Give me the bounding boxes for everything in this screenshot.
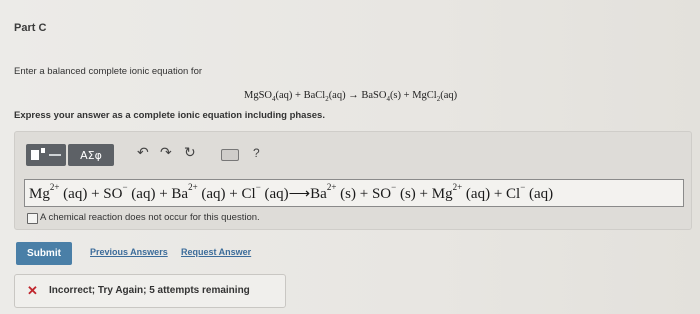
- keyboard-icon[interactable]: [221, 149, 239, 161]
- undo-icon[interactable]: ↶: [137, 145, 149, 161]
- instruction-text: Enter a balanced complete ionic equation…: [14, 66, 203, 77]
- no-reaction-label: A chemical reaction does not occur for t…: [40, 212, 260, 223]
- feedback-box: ✕ Incorrect; Try Again; 5 attempts remai…: [14, 274, 286, 308]
- template-box-icon: [31, 150, 39, 160]
- request-answer-link[interactable]: Request Answer: [181, 247, 251, 257]
- feedback-text: Incorrect; Try Again; 5 attempts remaini…: [49, 285, 250, 296]
- equation-input[interactable]: Mg2+ (aq) + SO− (aq) + Ba2+ (aq) + Cl− (…: [24, 179, 684, 207]
- redo-icon[interactable]: ↷: [160, 145, 172, 161]
- reaction-equation: MgSO4(aq) + BaCl2(aq) → BaSO4(s) + MgCl2…: [244, 90, 458, 104]
- submit-button[interactable]: Submit: [16, 242, 72, 265]
- equation-text: Mg2+ (aq) + SO− (aq) + Ba2+ (aq) + Cl− (…: [29, 182, 554, 202]
- previous-answers-link[interactable]: Previous Answers: [90, 247, 168, 257]
- template-button[interactable]: [26, 144, 66, 166]
- template-superscript-icon: [41, 148, 45, 153]
- greek-symbols-button[interactable]: ΑΣφ: [68, 144, 114, 166]
- help-button[interactable]: ?: [253, 146, 260, 160]
- template-line-icon: [49, 154, 61, 156]
- express-instruction: Express your answer as a complete ionic …: [14, 110, 325, 121]
- part-title: Part C: [14, 22, 47, 34]
- equation-toolbar: ΑΣφ: [26, 143, 116, 167]
- reset-icon[interactable]: ↻: [184, 145, 196, 161]
- no-reaction-checkbox[interactable]: [27, 213, 38, 224]
- x-icon: ✕: [27, 283, 38, 298]
